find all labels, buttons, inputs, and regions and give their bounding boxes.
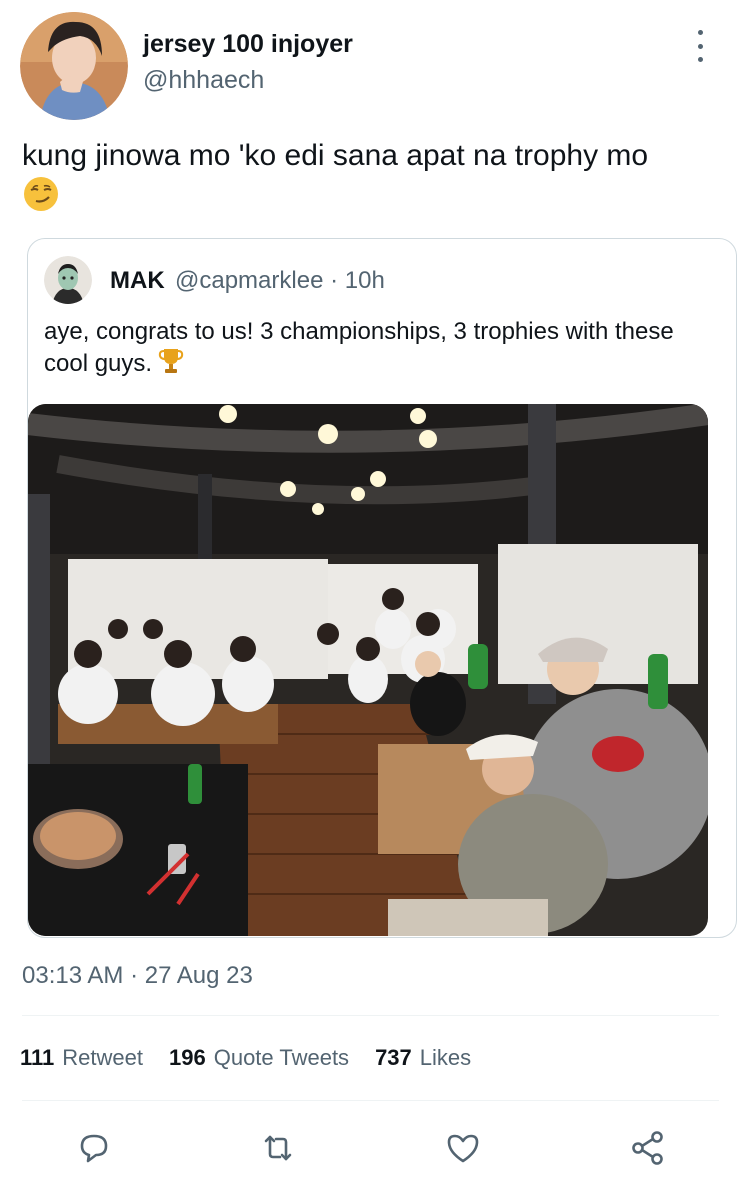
author-avatar[interactable]: [20, 12, 128, 120]
retweet-count: 111: [20, 1045, 55, 1070]
tweet-header: jersey 100 injoyer @hhhaech: [20, 12, 720, 122]
quoted-author-meta: @capmarklee · 10h: [175, 267, 385, 294]
tweet-photo[interactable]: [28, 404, 708, 936]
retweet-icon[interactable]: [256, 1126, 300, 1170]
quoted-author-name[interactable]: MAK: [110, 267, 165, 295]
engagement-stats: 111 Retweet 196 Quote Tweets 737 Likes: [20, 1045, 471, 1071]
reply-icon[interactable]: [72, 1126, 116, 1170]
author-handle[interactable]: @hhhaech: [143, 66, 264, 95]
quoted-tweet-text: aye, congrats to us! 3 championships, 3 …: [44, 316, 704, 379]
quoted-text-content: aye, congrats to us! 3 championships, 3 …: [44, 318, 674, 377]
tweet-timestamp: 03:13 AM · 27 Aug 23: [22, 962, 253, 989]
retweet-stat[interactable]: 111 Retweet: [20, 1045, 143, 1071]
quote-tweets-label: Quote Tweets: [213, 1045, 350, 1070]
divider: [22, 1100, 719, 1101]
quote-tweets-count: 196: [169, 1045, 206, 1070]
smirking-face-icon: [22, 175, 60, 213]
quoted-author-avatar[interactable]: [44, 256, 92, 304]
trophy-icon: [158, 347, 184, 375]
share-icon[interactable]: [626, 1126, 670, 1170]
quoted-tweet[interactable]: MAK @capmarklee · 10h aye, congrats to u…: [27, 238, 737, 938]
likes-count: 737: [375, 1045, 412, 1070]
more-options-icon[interactable]: [688, 30, 712, 62]
likes-stat[interactable]: 737 Likes: [375, 1045, 471, 1071]
action-bar: [0, 1126, 741, 1174]
retweet-label: Retweet: [62, 1045, 143, 1070]
likes-label: Likes: [419, 1045, 472, 1070]
tweet-text: kung jinowa mo 'ko edi sana apat na trop…: [22, 139, 649, 172]
quote-tweets-stat[interactable]: 196 Quote Tweets: [169, 1045, 349, 1071]
author-display-name[interactable]: jersey 100 injoyer: [143, 30, 353, 59]
divider: [22, 1015, 719, 1016]
like-icon[interactable]: [441, 1126, 485, 1170]
